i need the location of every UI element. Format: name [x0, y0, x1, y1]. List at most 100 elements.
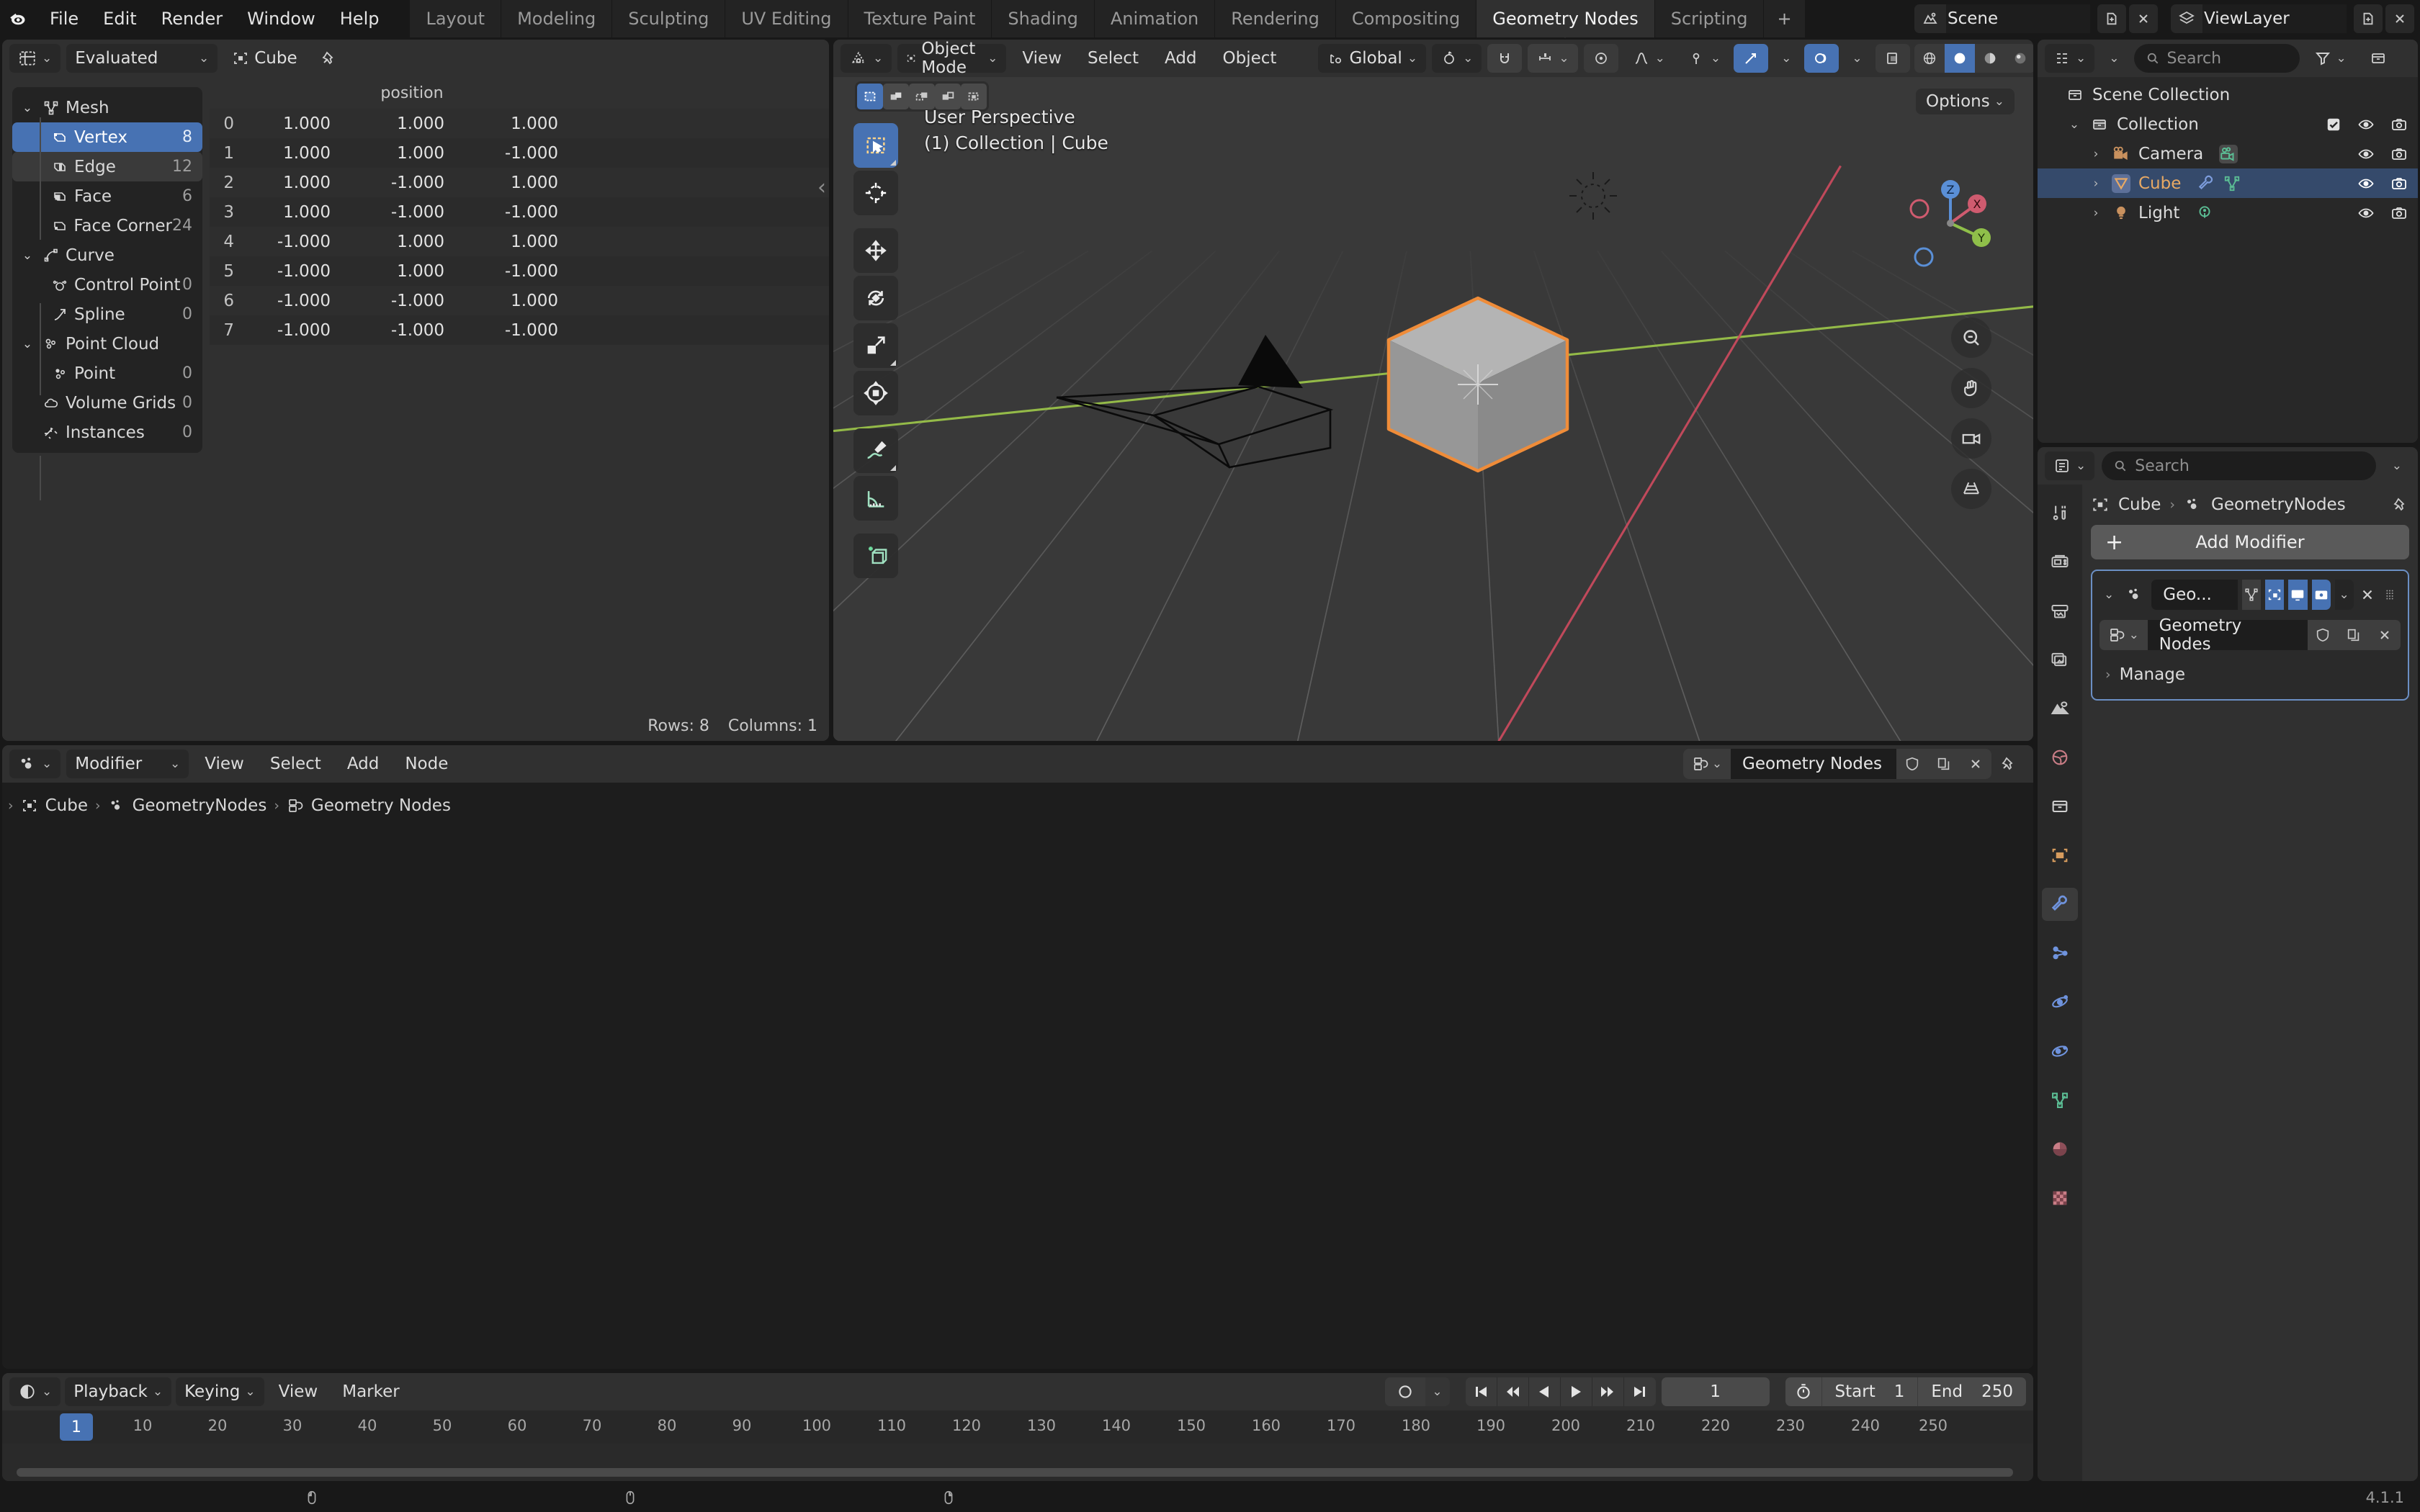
tab-compositing[interactable]: Compositing — [1336, 0, 1476, 37]
node-canvas[interactable]: › Cube › GeometryNodes › — [2, 783, 2033, 1369]
tab-uv-editing[interactable]: UV Editing — [725, 0, 848, 37]
tab-layout[interactable]: Layout — [410, 0, 501, 37]
node-context-dropdown[interactable]: Modifier ⌄ — [66, 750, 189, 778]
table-row[interactable]: 5 -1.000 1.000 -1.000 — [210, 256, 829, 286]
eye-icon[interactable] — [2357, 204, 2375, 222]
viewport-display-icon[interactable] — [2288, 580, 2307, 610]
editor-type-selector-timeline[interactable]: ⌄ — [9, 1377, 60, 1406]
viewport-canvas[interactable]: Options ⌄ User Perspective (1) Collectio… — [833, 77, 2033, 741]
tab-animation[interactable]: Animation — [1095, 0, 1215, 37]
texture-icon[interactable] — [2042, 1182, 2078, 1215]
falloff-curve-dropdown[interactable]: ⌄ — [1624, 44, 1674, 73]
column-header-position[interactable]: position — [241, 84, 583, 102]
timeline-horizontal-scrollbar[interactable] — [17, 1468, 2013, 1477]
outliner-row-camera[interactable]: › Camera — [2038, 139, 2418, 168]
viewlayer-selector[interactable]: ViewLayer — [2171, 4, 2347, 33]
record-auto-key-icon[interactable] — [1385, 1377, 1425, 1406]
material-icon[interactable] — [2042, 1133, 2078, 1166]
properties-options-dropdown[interactable]: ⌄ — [2383, 451, 2411, 480]
node-menu-add[interactable]: Add — [337, 750, 390, 778]
nodegroup-name-field[interactable]: Geometry Nodes — [2148, 620, 2308, 650]
spreadsheet-object-display[interactable]: Cube — [223, 44, 305, 73]
ortho-persp-icon[interactable] — [1951, 469, 1991, 509]
particles-icon[interactable] — [2042, 937, 2078, 970]
snap-target-dropdown[interactable]: ⌄ — [1528, 44, 1577, 73]
physics-icon[interactable] — [2042, 986, 2078, 1019]
outliner-row-cube[interactable]: › Cube — [2038, 168, 2418, 198]
collection-checkbox[interactable] — [2326, 117, 2341, 132]
manage-panel-toggle[interactable]: › Manage — [2099, 657, 2401, 692]
play-reverse-icon[interactable] — [1529, 1377, 1561, 1406]
tool-icon[interactable] — [2042, 496, 2078, 529]
collection-props-icon[interactable] — [2042, 790, 2078, 823]
chevron-right-icon[interactable]: › — [2084, 147, 2108, 161]
current-frame-field[interactable]: 1 — [1662, 1377, 1770, 1406]
zoom-icon[interactable] — [1951, 318, 1991, 358]
chevron-right-icon[interactable]: › — [2084, 206, 2108, 220]
menu-edit[interactable]: Edit — [91, 0, 148, 37]
outliner-display-mode-dropdown[interactable]: ⌄ — [2100, 44, 2128, 73]
nodetree-name[interactable]: Geometry Nodes — [1731, 749, 1896, 779]
eye-icon[interactable] — [2357, 145, 2375, 163]
use-preview-range-icon[interactable] — [1785, 1377, 1822, 1406]
mesh-data-icon[interactable] — [2223, 174, 2241, 193]
camera-icon[interactable] — [2390, 204, 2408, 222]
viewport-options-dropdown[interactable]: Options ⌄ — [1916, 89, 2015, 114]
viewlayer-icon[interactable] — [2042, 643, 2078, 676]
camera-icon[interactable] — [2390, 175, 2408, 192]
filter-icon[interactable]: ⌄ — [2305, 44, 2355, 73]
outliner-new-collection-button[interactable] — [2361, 44, 2396, 73]
chevron-down-icon[interactable]: ⌄ — [2099, 588, 2118, 602]
shield-fake-user-icon[interactable] — [1896, 749, 1928, 779]
rotate-tool[interactable] — [853, 276, 898, 320]
shield-fake-user-icon[interactable] — [2308, 620, 2339, 650]
eye-icon[interactable] — [2357, 116, 2375, 133]
pin-icon[interactable] — [2392, 496, 2409, 513]
viewport-menu-add[interactable]: Add — [1155, 44, 1207, 73]
play-icon[interactable] — [1561, 1377, 1592, 1406]
move-tool[interactable] — [853, 228, 898, 273]
playback-dropdown[interactable]: Playback ⌄ — [65, 1377, 171, 1406]
playhead[interactable]: 1 — [60, 1413, 93, 1441]
properties-breadcrumb-modifier[interactable]: GeometryNodes — [2211, 495, 2346, 514]
jump-end-icon[interactable] — [1624, 1377, 1656, 1406]
wireframe-shading-button[interactable] — [1914, 44, 1945, 73]
menu-help[interactable]: Help — [328, 0, 392, 37]
add-workspace-button[interactable]: + — [1764, 0, 1804, 37]
blender-logo-icon[interactable] — [0, 0, 37, 37]
render-display-icon[interactable] — [2312, 580, 2331, 610]
tab-shading[interactable]: Shading — [992, 0, 1095, 37]
unlink-x-icon[interactable] — [1960, 749, 1991, 779]
scene-icon[interactable] — [2042, 692, 2078, 725]
add-cube-tool[interactable] — [853, 534, 898, 578]
outliner-search-input[interactable]: Search — [2134, 44, 2300, 73]
viewport-menu-object[interactable]: Object — [1213, 44, 1287, 73]
modifier-icon[interactable] — [2042, 888, 2078, 921]
timeline-channel-area[interactable] — [2, 1444, 2033, 1481]
unlink-scene-button[interactable] — [2129, 4, 2158, 33]
cursor-tool[interactable] — [853, 171, 898, 215]
output-icon[interactable] — [2042, 594, 2078, 627]
pivot-point-dropdown[interactable]: ⌄ — [1432, 44, 1482, 73]
outliner-row-collection[interactable]: ⌄ Collection — [2038, 109, 2418, 139]
tab-texture-paint[interactable]: Texture Paint — [848, 0, 992, 37]
overlays-toggle[interactable] — [1804, 44, 1839, 73]
annotate-tool[interactable] — [853, 428, 898, 473]
menu-window[interactable]: Window — [235, 0, 328, 37]
remove-viewlayer-button[interactable] — [2385, 4, 2414, 33]
tree-item-control-point[interactable]: Control Point 0 — [12, 270, 202, 300]
tab-rendering[interactable]: Rendering — [1215, 0, 1336, 37]
scene-selector[interactable]: Scene — [1914, 4, 2090, 33]
tab-modeling[interactable]: Modeling — [501, 0, 612, 37]
breadcrumb-nodetree[interactable]: Geometry Nodes — [311, 796, 451, 815]
table-row[interactable]: 3 1.000 -1.000 -1.000 — [210, 197, 829, 227]
editor-type-selector-node[interactable]: ⌄ — [9, 750, 60, 778]
end-frame-field[interactable]: End 250 — [1918, 1377, 2026, 1406]
node-menu-node[interactable]: Node — [395, 750, 458, 778]
breadcrumb-modifier[interactable]: GeometryNodes — [133, 796, 267, 815]
xray-toggle[interactable] — [1876, 44, 1910, 73]
navigation-gizmo[interactable]: Z Y X — [1896, 169, 2004, 277]
scene-name[interactable]: Scene — [1946, 4, 2090, 33]
tab-geometry-nodes[interactable]: Geometry Nodes — [1476, 0, 1654, 37]
camera-data-icon[interactable] — [2219, 145, 2238, 163]
